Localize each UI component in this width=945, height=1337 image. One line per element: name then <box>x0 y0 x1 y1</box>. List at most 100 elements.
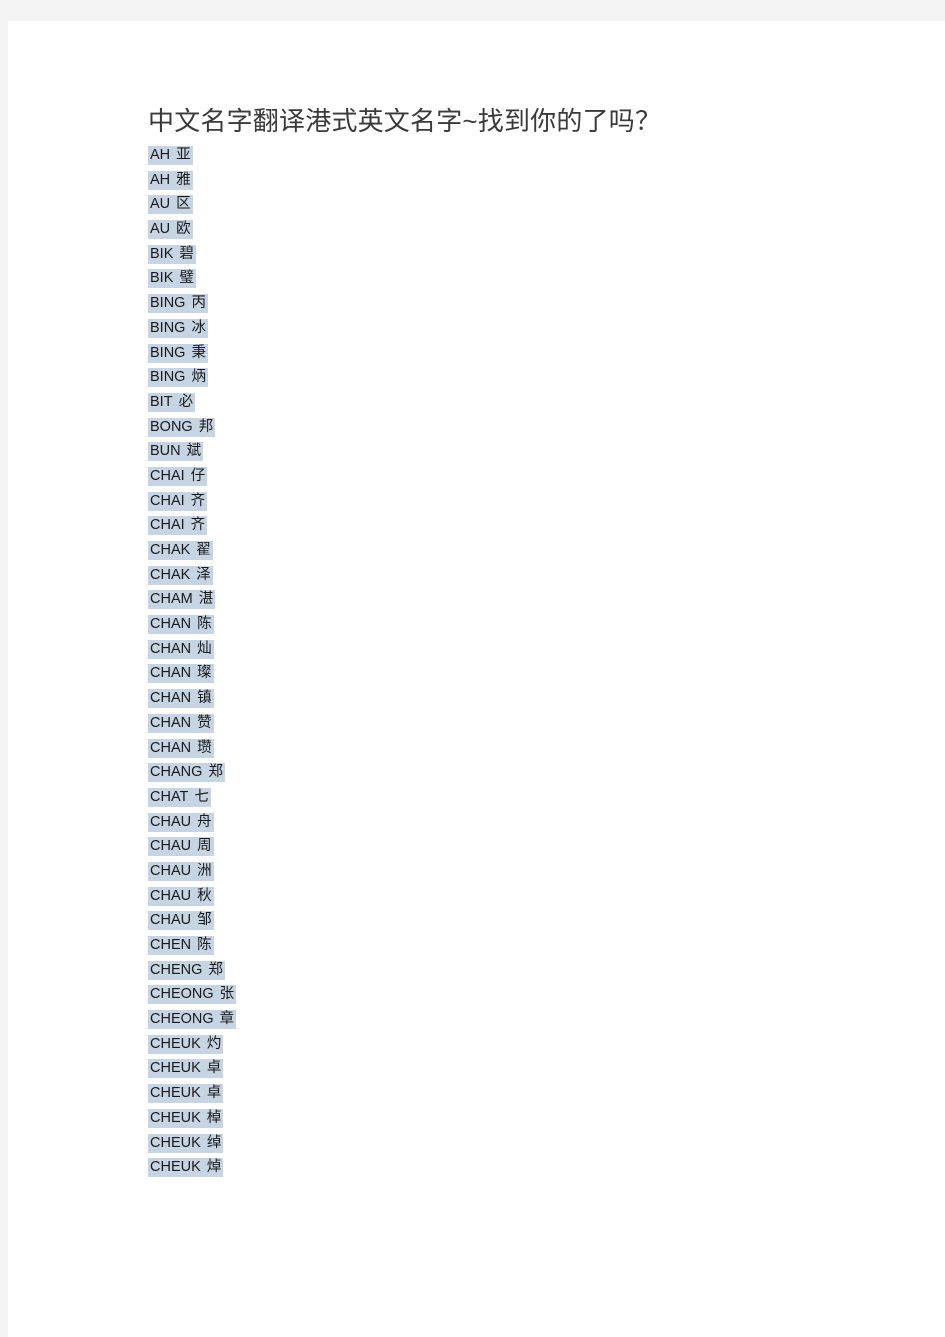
romanized-name: CHEUK <box>150 1035 201 1052</box>
romanized-name: BING <box>150 344 186 361</box>
document-page: 中文名字翻译港式英文名字~找到你的了吗？ AH 亚 AH 雅 AU 区 AU 欧 BIK 碧 BIK… <box>8 21 945 1337</box>
list-item: AU 区 <box>148 192 908 217</box>
list-item: CHAI 齐 <box>148 513 908 538</box>
romanized-name: CHAK <box>150 542 191 558</box>
name-translation-list: AH 亚 AH 雅 AU 区 AU 欧 BIK 碧 BIK 璧 BING 丙 BING 冰 BING 秉 BING 炳… <box>148 143 908 1180</box>
name-entry-highlight: CHEUK 焯 <box>148 1158 224 1178</box>
romanized-name: CHAU <box>150 887 192 904</box>
romanized-name: CHEUK <box>150 1060 201 1077</box>
list-item: CHAM 湛 <box>148 587 908 612</box>
chinese-character: 秋 <box>197 887 212 904</box>
romanized-name: BONG <box>150 418 193 435</box>
romanized-name: AU <box>150 221 171 238</box>
chinese-character: 赞 <box>197 714 212 731</box>
name-entry-highlight: BIK 璧 <box>148 269 196 289</box>
list-item: BONG 邦 <box>148 415 908 440</box>
romanized-name: CHAM <box>150 591 193 608</box>
chinese-character: 洲 <box>197 862 212 879</box>
name-entry-highlight: BING 冰 <box>148 318 208 338</box>
chinese-character: 镇 <box>197 690 212 707</box>
name-entry-highlight: CHAM 湛 <box>148 590 216 610</box>
chinese-character: 郑 <box>208 961 223 978</box>
list-item: CHENG 郑 <box>148 958 908 983</box>
romanized-name: CHEONG <box>150 986 214 1003</box>
romanized-name: BIT <box>150 393 173 410</box>
chinese-character: 卓 <box>206 1085 222 1102</box>
page-title: 中文名字翻译港式英文名字~找到你的了吗？ <box>148 106 662 136</box>
chinese-character: 焯 <box>206 1159 222 1176</box>
chinese-character: 齐 <box>190 517 206 534</box>
list-item: BING 炳 <box>148 365 908 390</box>
chinese-character: 碧 <box>179 245 194 262</box>
list-item: CHAN 陈 <box>148 612 908 637</box>
chinese-character: 泽 <box>196 566 211 583</box>
list-item: BING 丙 <box>148 291 908 316</box>
list-item: CHAI 仔 <box>148 464 908 489</box>
chinese-character: 区 <box>176 196 191 213</box>
chinese-character: 绰 <box>206 1134 222 1151</box>
chinese-character: 亚 <box>176 147 191 163</box>
name-entry-highlight: CHEUK 灼 <box>148 1034 224 1054</box>
romanized-name: CHANG <box>150 764 203 781</box>
list-item: BIT 必 <box>148 390 908 415</box>
chinese-character: 炳 <box>191 369 206 386</box>
chinese-character: 张 <box>219 986 235 1003</box>
name-entry-highlight: BIT 必 <box>148 392 196 412</box>
romanized-name: CHAN <box>150 690 192 707</box>
chinese-character: 冰 <box>191 319 206 336</box>
chinese-character: 章 <box>219 1011 235 1028</box>
name-entry-highlight: CHAU 邹 <box>148 911 214 931</box>
document-content: 中文名字翻译港式英文名字~找到你的了吗？ AH 亚 AH 雅 AU 区 AU 欧 BIK 碧 BIK… <box>148 104 908 1180</box>
name-entry-highlight: CHAI 齐 <box>148 516 208 536</box>
list-item: CHEUK 绰 <box>148 1131 908 1156</box>
romanized-name: BIK <box>150 270 174 287</box>
chinese-character: 郑 <box>208 764 223 781</box>
romanized-name: CHEUK <box>150 1109 201 1126</box>
list-item: CHEONG 张 <box>148 982 908 1007</box>
romanized-name: CHAU <box>150 912 192 929</box>
chinese-character: 丙 <box>191 295 206 312</box>
list-item: CHAT 七 <box>148 785 908 810</box>
chinese-character: 邦 <box>198 418 214 435</box>
romanized-name: CHAU <box>150 862 192 879</box>
romanized-name: CHEONG <box>150 1011 214 1028</box>
name-entry-highlight: CHAI 齐 <box>148 491 208 511</box>
chinese-character: 瓒 <box>197 739 212 756</box>
name-entry-highlight: CHEONG 章 <box>148 1010 237 1030</box>
chinese-character: 必 <box>178 393 194 410</box>
list-item: CHAK 泽 <box>148 563 908 588</box>
chinese-character: 湛 <box>198 591 214 608</box>
name-entry-highlight: CHAU 周 <box>148 837 214 857</box>
list-item: BUN 斌 <box>148 439 908 464</box>
list-item: CHAN 璨 <box>148 661 908 686</box>
name-entry-highlight: AU 欧 <box>148 220 193 240</box>
chinese-character: 翟 <box>196 542 211 558</box>
list-item: CHEN 陈 <box>148 933 908 958</box>
name-entry-highlight: AH 亚 <box>148 146 193 165</box>
chinese-character: 周 <box>197 838 212 855</box>
name-entry-highlight: CHAT 七 <box>148 787 211 807</box>
chinese-character: 陈 <box>197 937 212 953</box>
romanized-name: CHAN <box>150 665 192 682</box>
chinese-character: 璧 <box>179 270 194 287</box>
list-item: AH 亚 <box>148 143 908 168</box>
list-item: CHAN 瓒 <box>148 736 908 761</box>
romanized-name: BING <box>150 319 186 336</box>
name-entry-highlight: CHEUK 绰 <box>148 1133 224 1153</box>
name-entry-highlight: AH 雅 <box>148 170 193 190</box>
name-entry-highlight: CHEUK 卓 <box>148 1084 224 1104</box>
chinese-character: 灼 <box>206 1035 222 1052</box>
chinese-character: 仔 <box>190 467 206 484</box>
list-item: CHANG 郑 <box>148 760 908 785</box>
list-item: CHAU 舟 <box>148 810 908 835</box>
chinese-character: 舟 <box>197 813 212 830</box>
chinese-character: 棹 <box>206 1109 222 1126</box>
list-item: CHEUK 焯 <box>148 1155 908 1180</box>
romanized-name: CHAI <box>150 517 185 534</box>
name-entry-highlight: CHAK 泽 <box>148 565 213 585</box>
list-item: CHAU 邹 <box>148 908 908 933</box>
romanized-name: CHEUK <box>150 1159 201 1176</box>
name-entry-highlight: CHEN 陈 <box>148 936 214 955</box>
name-entry-highlight: BIK 碧 <box>148 244 196 264</box>
romanized-name: BUN <box>150 443 181 460</box>
